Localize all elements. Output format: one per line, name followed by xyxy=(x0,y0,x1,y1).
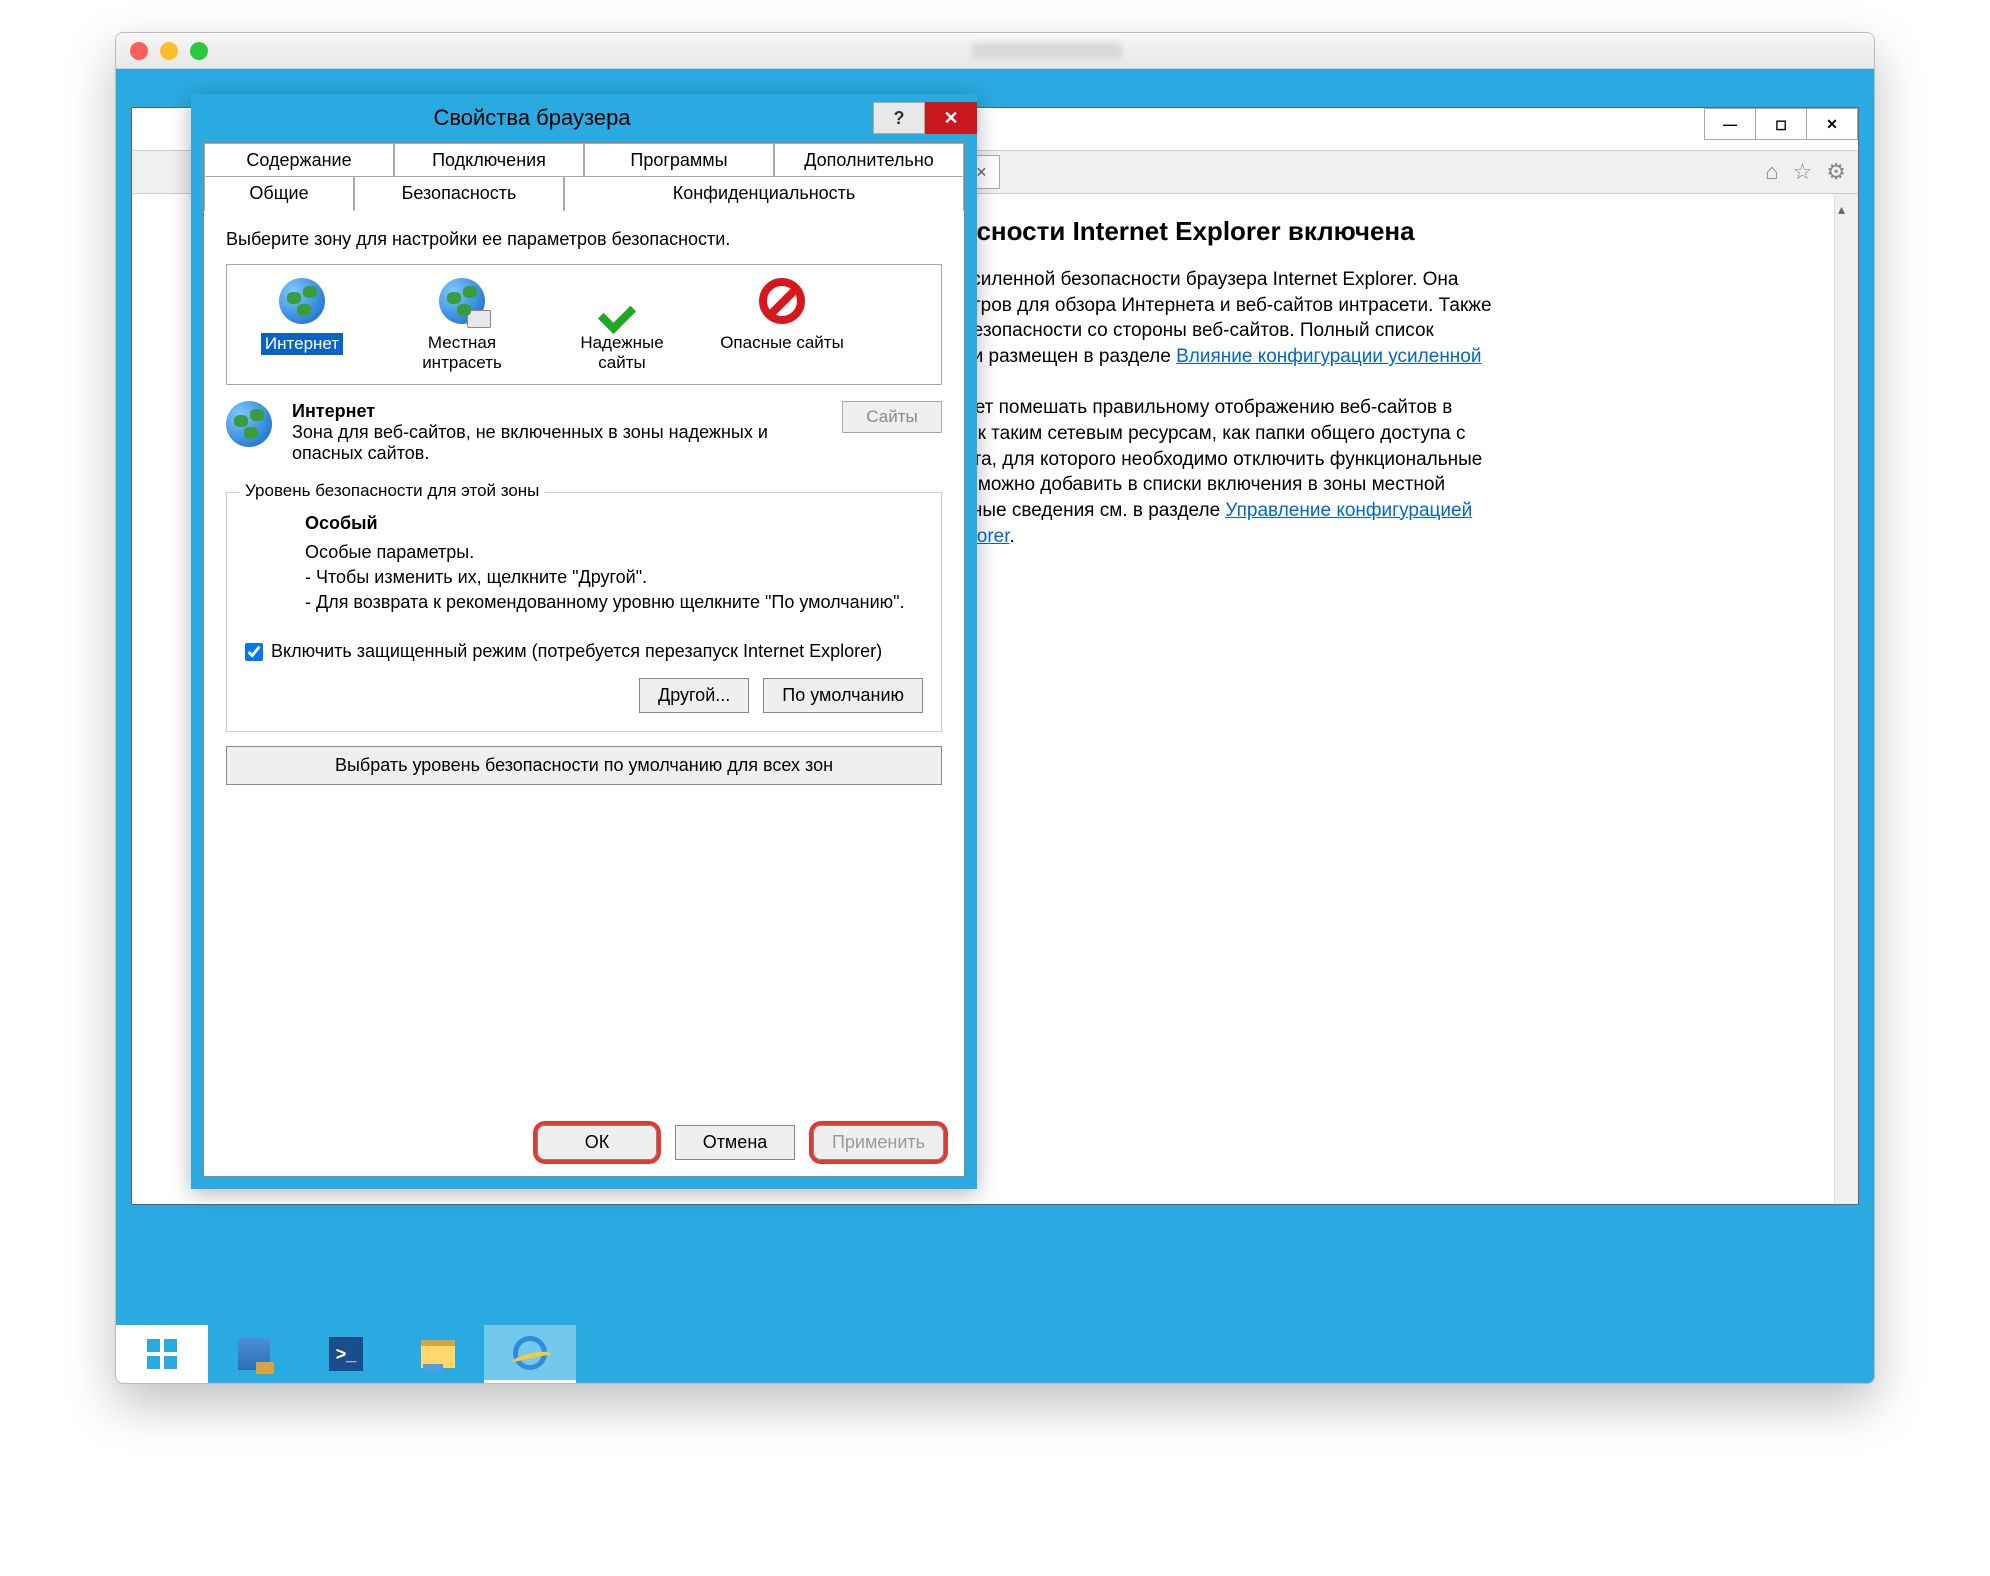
body-text: усиленной безопасности браузера Internet… xyxy=(962,267,1828,549)
mac-titlebar xyxy=(116,33,1874,69)
tab-programs[interactable]: Программы xyxy=(584,143,774,177)
mac-minimize-icon[interactable] xyxy=(160,42,178,60)
protected-mode-label: Включить защищенный режим (потребуется п… xyxy=(271,641,882,662)
scroll-up-icon[interactable]: ▴ xyxy=(1838,200,1845,219)
zone-intranet[interactable]: Местная интрасеть xyxy=(397,275,527,374)
protected-mode-row: Включить защищенный режим (потребуется п… xyxy=(245,641,923,662)
ie-window-controls: — ◻ ✕ xyxy=(1705,108,1858,140)
ie-toolbar-icons: ⌂ ☆ ⚙ xyxy=(1765,159,1846,185)
tab-connections[interactable]: Подключения xyxy=(394,143,584,177)
favorites-icon[interactable]: ☆ xyxy=(1793,159,1813,185)
tab-security[interactable]: Безопасность xyxy=(354,176,564,211)
home-icon[interactable]: ⌂ xyxy=(1765,159,1778,185)
globe-local-icon xyxy=(439,278,485,324)
page-heading: асности Internet Explorer включена xyxy=(962,214,1828,249)
zone-prompt: Выберите зону для настройки ее параметро… xyxy=(226,229,942,250)
tab-privacy[interactable]: Конфиденциальность xyxy=(564,176,964,211)
default-level-button[interactable]: По умолчанию xyxy=(763,678,923,713)
level-body: Особый Особые параметры. - Чтобы изменит… xyxy=(245,513,923,616)
level-name: Особый xyxy=(305,513,923,534)
internet-options-dialog: Свойства браузера ? ✕ Содержание Подключ… xyxy=(191,94,977,1189)
dialog-buttons: ОК Отмена Применить xyxy=(537,1125,944,1160)
file-explorer-icon xyxy=(421,1340,455,1368)
zone-list: Интернет Местная интрасеть Надежные сайт… xyxy=(226,264,942,385)
zone-trusted[interactable]: Надежные сайты xyxy=(557,275,687,374)
zone-name: Интернет xyxy=(292,401,375,421)
zone-restricted[interactable]: Опасные сайты xyxy=(717,275,847,374)
mac-close-icon[interactable] xyxy=(130,42,148,60)
custom-level-button[interactable]: Другой... xyxy=(639,678,749,713)
windows-logo-icon xyxy=(147,1339,177,1369)
protected-mode-checkbox[interactable] xyxy=(245,643,263,661)
mac-zoom-icon[interactable] xyxy=(190,42,208,60)
close-button[interactable]: ✕ xyxy=(925,102,977,134)
tab-close-icon[interactable]: ✕ xyxy=(976,164,988,181)
dialog-title: Свойства браузера xyxy=(191,105,873,131)
taskbar-explorer[interactable] xyxy=(392,1325,484,1383)
check-icon xyxy=(600,279,644,323)
tab-general[interactable]: Общие xyxy=(204,176,354,211)
mac-title xyxy=(972,43,1122,59)
globe-icon xyxy=(279,278,325,324)
link-esc-manage[interactable]: Управление конфигурацией xyxy=(1225,500,1472,521)
security-level-group: Уровень безопасности для этой зоны Особы… xyxy=(226,492,942,733)
start-button[interactable] xyxy=(116,1325,208,1383)
taskbar-powershell[interactable]: >_ xyxy=(300,1325,392,1383)
zone-desc-text: Зона для веб-сайтов, не включенных в зон… xyxy=(292,422,828,464)
scrollbar[interactable]: ▴ xyxy=(1834,194,1858,1204)
apply-button[interactable]: Применить xyxy=(813,1125,944,1160)
tab-strip: Содержание Подключения Программы Дополни… xyxy=(204,143,964,211)
dialog-titlebar: Свойства браузера ? ✕ xyxy=(191,94,977,142)
tab-content[interactable]: Содержание xyxy=(204,143,394,177)
minimize-button[interactable]: — xyxy=(1704,108,1756,140)
close-button[interactable]: ✕ xyxy=(1806,108,1858,140)
link-esc-impact[interactable]: Влияние конфигурации усиленной xyxy=(1176,346,1481,367)
tab-advanced[interactable]: Дополнительно xyxy=(774,143,964,177)
zone-description: Интернет Зона для веб-сайтов, не включен… xyxy=(226,401,942,464)
group-title: Уровень безопасности для этой зоны xyxy=(239,481,545,501)
help-button[interactable]: ? xyxy=(873,102,925,134)
powershell-icon: >_ xyxy=(329,1337,363,1371)
sites-button[interactable]: Сайты xyxy=(842,401,942,433)
security-panel: Выберите зону для настройки ее параметро… xyxy=(204,211,964,803)
mac-window: — ◻ ✕ ной... ✕ ⌂ ☆ ⚙ асности Internet Ex… xyxy=(115,32,1875,1384)
cancel-button[interactable]: Отмена xyxy=(675,1125,795,1160)
reset-all-zones-button[interactable]: Выбрать уровень безопасности по умолчани… xyxy=(226,746,942,785)
ie-icon xyxy=(513,1336,547,1370)
zone-internet[interactable]: Интернет xyxy=(237,275,367,374)
ok-button[interactable]: ОК xyxy=(537,1125,657,1160)
maximize-button[interactable]: ◻ xyxy=(1755,108,1807,140)
server-manager-icon xyxy=(238,1338,270,1370)
dialog-body: Содержание Подключения Программы Дополни… xyxy=(203,142,965,1177)
windows-desktop: — ◻ ✕ ной... ✕ ⌂ ☆ ⚙ асности Internet Ex… xyxy=(116,69,1874,1383)
globe-icon xyxy=(226,401,272,447)
forbid-icon xyxy=(759,278,805,324)
gear-icon[interactable]: ⚙ xyxy=(1826,159,1846,185)
taskbar: >_ xyxy=(116,1325,1874,1383)
taskbar-server-manager[interactable] xyxy=(208,1325,300,1383)
taskbar-ie[interactable] xyxy=(484,1325,576,1383)
